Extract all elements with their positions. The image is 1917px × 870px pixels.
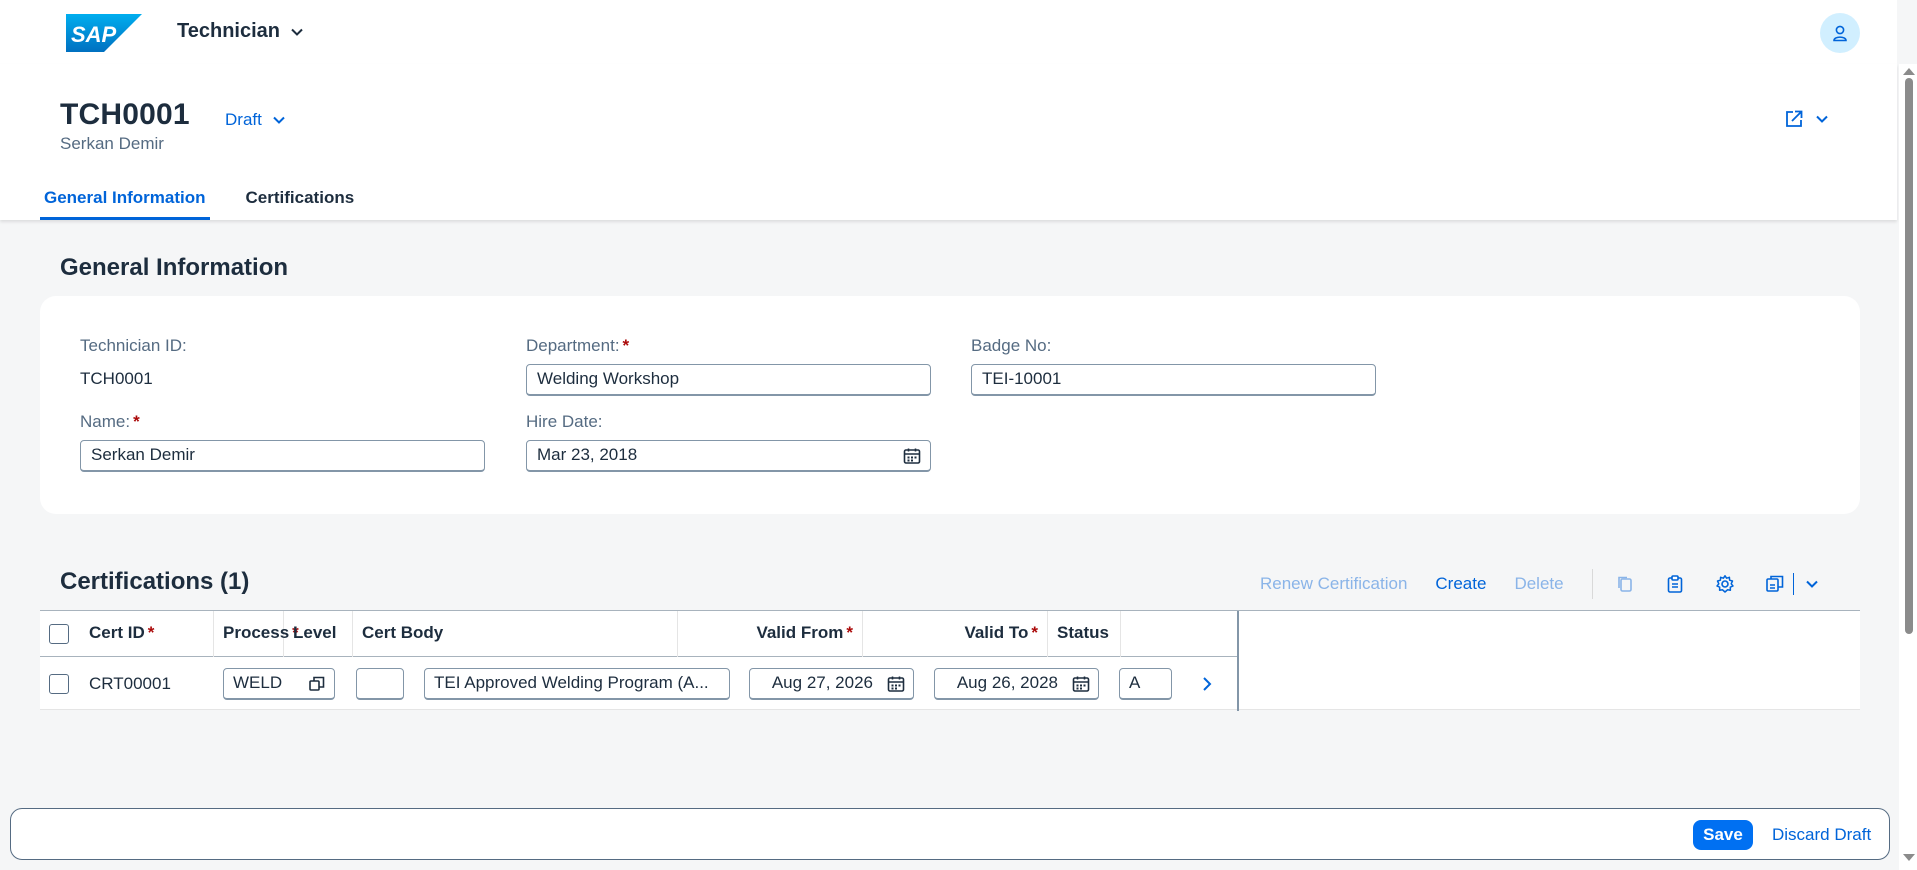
- certifications-toolbar: Renew Certification Create Delete: [1260, 566, 1824, 602]
- export-icon: [1765, 575, 1783, 592]
- draft-status-selector[interactable]: Draft: [225, 110, 286, 130]
- footer-bar: Save Discard Draft: [10, 808, 1890, 860]
- user-avatar-button[interactable]: [1820, 13, 1860, 53]
- badge-no-label: Badge No:: [971, 336, 1052, 355]
- toolbar-separator: [1792, 573, 1794, 595]
- copy-icon: [1617, 576, 1632, 592]
- required-marker: *: [622, 336, 630, 355]
- select-all-checkbox[interactable]: [49, 624, 69, 644]
- name-input[interactable]: Serkan Demir: [80, 440, 485, 472]
- section-tabs: General Information Certifications: [40, 176, 390, 220]
- cert-id-value: CRT00001: [89, 674, 171, 693]
- object-header: TCH0001 Serkan Demir Draft General Infor…: [0, 64, 1897, 220]
- name-label: Name: *: [80, 412, 140, 431]
- hire-date-label: Hire Date:: [526, 412, 603, 431]
- chevron-right-icon: [1203, 677, 1212, 691]
- copy-button[interactable]: [1607, 566, 1643, 602]
- cert-body-input[interactable]: TEI Approved Welding Program (A...: [424, 668, 730, 700]
- table-settings-button[interactable]: [1707, 566, 1743, 602]
- export-menu-button[interactable]: [1800, 566, 1824, 602]
- column-header-status[interactable]: Status: [1048, 611, 1121, 657]
- column-header-process[interactable]: Process *: [214, 611, 299, 657]
- table-column-divider: [1237, 611, 1239, 711]
- discard-draft-button[interactable]: Discard Draft: [1772, 820, 1871, 850]
- vertical-scrollbar[interactable]: [1899, 64, 1917, 870]
- scroll-up-arrow[interactable]: [1903, 68, 1915, 75]
- column-header-valid-to[interactable]: Valid To *: [863, 611, 1048, 657]
- status-input[interactable]: A: [1119, 668, 1172, 700]
- general-section-title: General Information: [60, 254, 289, 281]
- technician-id-label: Technician ID:: [80, 336, 187, 355]
- delete-button[interactable]: Delete: [1514, 574, 1563, 594]
- create-button[interactable]: Create: [1435, 574, 1486, 594]
- paste-button[interactable]: [1657, 566, 1693, 602]
- tab-certifications[interactable]: Certifications: [242, 176, 359, 220]
- row-navigation-button[interactable]: [1200, 673, 1214, 697]
- general-info-form: Technician ID: TCH0001 Department: * Weld…: [40, 296, 1860, 514]
- valid-from-date-picker[interactable]: Aug 27, 2026: [749, 668, 914, 700]
- hire-date-picker[interactable]: Mar 23, 2018: [526, 440, 931, 472]
- certifications-section-title: Certifications (1): [60, 568, 250, 595]
- save-button[interactable]: Save: [1693, 820, 1753, 850]
- export-button[interactable]: [1757, 566, 1793, 602]
- share-menu-button[interactable]: [1783, 108, 1829, 130]
- paste-icon: [1667, 575, 1682, 593]
- draft-label: Draft: [225, 110, 262, 129]
- table-header: Cert ID * Process * Level Cert Body Valid …: [40, 611, 1237, 657]
- object-title: TCH0001: [60, 98, 190, 131]
- required-marker: *: [133, 412, 140, 431]
- calendar-icon[interactable]: [1071, 674, 1091, 694]
- calendar-icon[interactable]: [886, 674, 906, 694]
- chevron-down-icon: [1816, 115, 1828, 123]
- chevron-down-icon: [291, 28, 303, 36]
- object-subtitle: Serkan Demir: [60, 134, 164, 153]
- department-input[interactable]: Welding Workshop: [526, 364, 931, 396]
- valid-to-date-picker[interactable]: Aug 26, 2028: [934, 668, 1099, 700]
- column-header-cert-body[interactable]: Cert Body: [353, 611, 678, 657]
- process-input[interactable]: WELD: [223, 668, 335, 700]
- sap-logo[interactable]: SAP: [66, 14, 142, 52]
- column-header-cert-id[interactable]: Cert ID *: [80, 611, 214, 657]
- scroll-down-arrow[interactable]: [1903, 854, 1915, 861]
- value-help-icon[interactable]: [307, 674, 327, 694]
- level-input[interactable]: [356, 668, 404, 700]
- tab-general-information[interactable]: General Information: [40, 176, 210, 220]
- column-header-valid-from[interactable]: Valid From *: [678, 611, 863, 657]
- app-title-menu[interactable]: Technician: [177, 20, 304, 43]
- renew-certification-button[interactable]: Renew Certification: [1260, 574, 1407, 594]
- gear-icon: [1715, 575, 1734, 593]
- sap-logo-text: SAP: [71, 22, 117, 47]
- chevron-down-icon: [273, 116, 285, 124]
- calendar-icon[interactable]: [902, 446, 922, 466]
- app-title: Technician: [177, 20, 280, 42]
- column-header-level[interactable]: Level: [284, 611, 353, 657]
- person-icon: [1833, 25, 1847, 42]
- table-row[interactable]: CRT00001 WELD TEI Approved Welding Progr…: [40, 658, 1237, 710]
- chevron-down-icon: [1805, 580, 1818, 588]
- badge-no-input[interactable]: TEI-10001: [971, 364, 1376, 396]
- shell-bar: SAP Technician: [0, 0, 1897, 64]
- share-icon: [1786, 110, 1803, 127]
- toolbar-separator: [1591, 569, 1593, 599]
- scrollbar-thumb[interactable]: [1905, 78, 1913, 634]
- department-label: Department: *: [526, 336, 630, 355]
- technician-id-value: TCH0001: [80, 369, 153, 388]
- row-select-checkbox[interactable]: [49, 674, 69, 694]
- certifications-table: Cert ID * Process * Level Cert Body Valid …: [40, 610, 1860, 711]
